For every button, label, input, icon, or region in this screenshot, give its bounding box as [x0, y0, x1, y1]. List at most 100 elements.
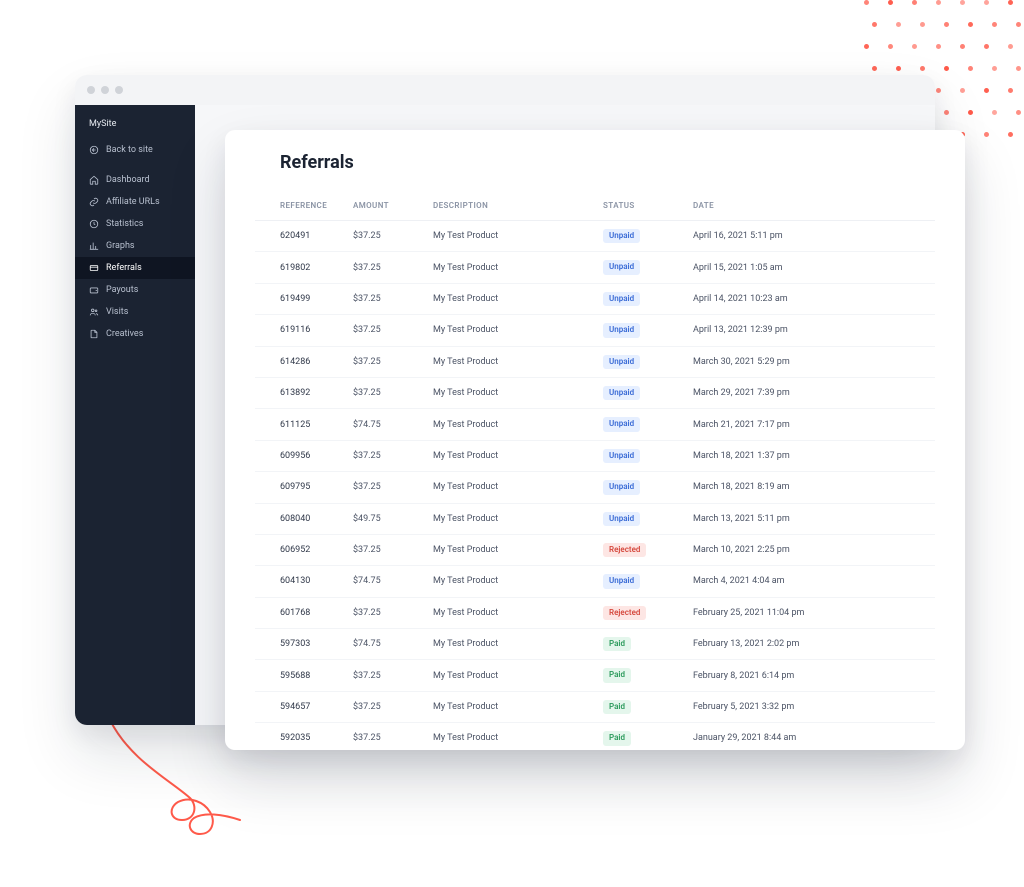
cell-date: March 13, 2021 5:11 pm [685, 503, 935, 534]
cell-date: March 10, 2021 2:25 pm [685, 534, 935, 565]
table-row[interactable]: 620491$37.25My Test ProductUnpaidApril 1… [255, 221, 935, 252]
cell-amount: $37.25 [345, 315, 425, 346]
cell-reference: 609795 [255, 472, 345, 503]
table-row[interactable]: 619802$37.25My Test ProductUnpaidApril 1… [255, 252, 935, 283]
status-badge: Paid [603, 700, 631, 714]
sidebar-item-label: Dashboard [106, 175, 150, 185]
table-row[interactable]: 611125$74.75My Test ProductUnpaidMarch 2… [255, 409, 935, 440]
cell-description: My Test Product [425, 597, 595, 628]
cell-status: Paid [595, 723, 685, 750]
back-to-site-link[interactable]: Back to site [75, 139, 195, 161]
window-titlebar [75, 75, 935, 105]
status-badge: Rejected [603, 543, 646, 557]
cell-reference: 601768 [255, 597, 345, 628]
sidebar-item-creatives[interactable]: Creatives [75, 323, 195, 345]
back-to-site-label: Back to site [106, 145, 153, 155]
window-control-maximize[interactable] [115, 86, 123, 94]
cell-status: Paid [595, 691, 685, 722]
table-row[interactable]: 614286$37.25My Test ProductUnpaidMarch 3… [255, 346, 935, 377]
cell-description: My Test Product [425, 346, 595, 377]
wallet-icon [89, 285, 99, 295]
cell-reference: 594657 [255, 691, 345, 722]
col-status[interactable]: Status [595, 191, 685, 221]
table-row[interactable]: 606952$37.25My Test ProductRejectedMarch… [255, 534, 935, 565]
table-row[interactable]: 619116$37.25My Test ProductUnpaidApril 1… [255, 315, 935, 346]
cell-description: My Test Product [425, 315, 595, 346]
cell-description: My Test Product [425, 503, 595, 534]
sidebar-item-label: Visits [106, 307, 128, 317]
table-row[interactable]: 597303$74.75My Test ProductPaidFebruary … [255, 629, 935, 660]
status-badge: Unpaid [603, 386, 640, 400]
cell-reference: 611125 [255, 409, 345, 440]
cell-status: Paid [595, 629, 685, 660]
users-icon [89, 307, 99, 317]
cell-date: February 8, 2021 6:14 pm [685, 660, 935, 691]
cell-amount: $74.75 [345, 409, 425, 440]
sidebar-item-visits[interactable]: Visits [75, 301, 195, 323]
cell-status: Unpaid [595, 472, 685, 503]
col-date[interactable]: Date [685, 191, 935, 221]
table-row[interactable]: 608040$49.75My Test ProductUnpaidMarch 1… [255, 503, 935, 534]
page-title: Referrals [225, 130, 965, 191]
sidebar-item-label: Statistics [106, 219, 143, 229]
sidebar-item-statistics[interactable]: Statistics [75, 213, 195, 235]
table-row[interactable]: 592035$37.25My Test ProductPaidJanuary 2… [255, 723, 935, 750]
cell-reference: 595688 [255, 660, 345, 691]
sidebar-item-graphs[interactable]: Graphs [75, 235, 195, 257]
cell-date: January 29, 2021 8:44 am [685, 723, 935, 750]
cell-amount: $37.25 [345, 534, 425, 565]
cell-reference: 613892 [255, 377, 345, 408]
cell-date: March 18, 2021 8:19 am [685, 472, 935, 503]
home-icon [89, 175, 99, 185]
window-control-minimize[interactable] [101, 86, 109, 94]
table-row[interactable]: 609795$37.25My Test ProductUnpaidMarch 1… [255, 472, 935, 503]
cell-status: Rejected [595, 597, 685, 628]
sidebar-item-label: Affiliate URLs [106, 197, 160, 207]
cell-date: February 5, 2021 3:32 pm [685, 691, 935, 722]
clock-icon [89, 219, 99, 229]
cell-amount: $49.75 [345, 503, 425, 534]
status-badge: Unpaid [603, 355, 640, 369]
content-card: Referrals Reference Amount Description S… [225, 130, 965, 750]
cell-date: April 15, 2021 1:05 am [685, 252, 935, 283]
sidebar-item-dashboard[interactable]: Dashboard [75, 169, 195, 191]
cell-status: Unpaid [595, 346, 685, 377]
link-icon [89, 197, 99, 207]
table-row[interactable]: 595688$37.25My Test ProductPaidFebruary … [255, 660, 935, 691]
status-badge: Unpaid [603, 292, 640, 306]
chart-icon [89, 241, 99, 251]
sidebar: MySite Back to site DashboardAffiliate U… [75, 105, 195, 725]
col-reference[interactable]: Reference [255, 191, 345, 221]
table-row[interactable]: 609956$37.25My Test ProductUnpaidMarch 1… [255, 440, 935, 471]
table-row[interactable]: 613892$37.25My Test ProductUnpaidMarch 2… [255, 377, 935, 408]
col-description[interactable]: Description [425, 191, 595, 221]
col-amount[interactable]: Amount [345, 191, 425, 221]
cell-status: Rejected [595, 534, 685, 565]
cell-date: March 30, 2021 5:29 pm [685, 346, 935, 377]
table-row[interactable]: 604130$74.75My Test ProductUnpaidMarch 4… [255, 566, 935, 597]
table-row[interactable]: 619499$37.25My Test ProductUnpaidApril 1… [255, 283, 935, 314]
cell-date: April 13, 2021 12:39 pm [685, 315, 935, 346]
status-badge: Rejected [603, 606, 646, 620]
sidebar-item-affiliate-urls[interactable]: Affiliate URLs [75, 191, 195, 213]
cell-status: Paid [595, 660, 685, 691]
cell-amount: $37.25 [345, 691, 425, 722]
sidebar-item-label: Creatives [106, 329, 143, 339]
cell-amount: $37.25 [345, 377, 425, 408]
cell-date: March 18, 2021 1:37 pm [685, 440, 935, 471]
cell-reference: 597303 [255, 629, 345, 660]
table-row[interactable]: 594657$37.25My Test ProductPaidFebruary … [255, 691, 935, 722]
cell-status: Unpaid [595, 377, 685, 408]
cell-description: My Test Product [425, 409, 595, 440]
status-badge: Unpaid [603, 574, 640, 588]
cell-amount: $74.75 [345, 566, 425, 597]
cell-amount: $37.25 [345, 660, 425, 691]
cell-reference: 592035 [255, 723, 345, 750]
table-row[interactable]: 601768$37.25My Test ProductRejectedFebru… [255, 597, 935, 628]
sidebar-item-payouts[interactable]: Payouts [75, 279, 195, 301]
cell-reference: 606952 [255, 534, 345, 565]
sidebar-item-referrals[interactable]: Referrals [75, 257, 195, 279]
window-control-close[interactable] [87, 86, 95, 94]
status-badge: Paid [603, 731, 631, 745]
cell-description: My Test Product [425, 566, 595, 597]
